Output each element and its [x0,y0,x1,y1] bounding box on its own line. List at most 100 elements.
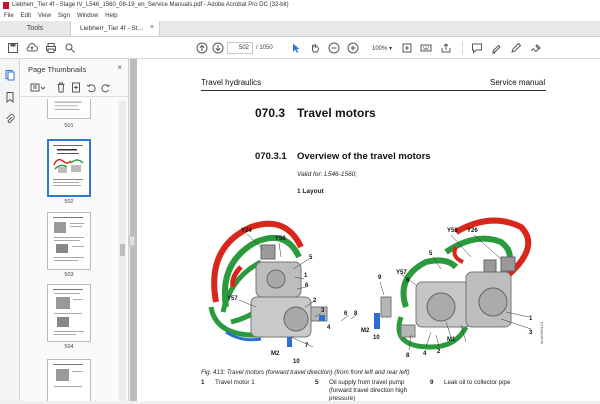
zoom-level-select[interactable]: 100% ▾ [369,42,397,54]
tab-tools[interactable]: Tools [0,21,70,36]
hand-tool-icon[interactable] [309,42,321,54]
figure-callout: 1 [304,273,308,279]
menu-sign[interactable]: Sign [58,13,70,19]
page-thumbnail[interactable] [47,284,91,342]
menu-edit[interactable]: Edit [21,13,31,19]
tab-bar: Tools Liebherr_Tier 4f - St... × [0,21,600,37]
cloud-upload-icon[interactable] [26,42,38,54]
zoom-out-icon[interactable] [328,42,340,54]
figure-callout: 6 [305,283,309,289]
validity-note: Valid for: L546-1560; [297,171,358,178]
figure-callout: M2 [361,328,370,334]
delete-page-icon[interactable] [56,82,66,93]
menu-bar: File Edit View Sign Window Help [0,10,600,21]
panel-close-icon[interactable]: × [117,63,122,72]
previous-page-icon[interactable] [196,42,208,54]
title-bar: Liebherr_Tier 4f - Stage IV_L546_1560_08… [0,0,600,10]
page-number-input[interactable]: 502 [227,42,253,54]
legend-number: 5 [315,379,319,386]
print-icon[interactable] [45,42,57,54]
running-header-left: Travel hydraulics [201,78,262,87]
rotate-cw-icon[interactable] [101,82,111,93]
menu-help[interactable]: Help [105,13,117,19]
chevron-down-icon: ▾ [389,46,393,52]
zoom-level-value: 100% [372,46,388,52]
figure-callout: Y57 [227,296,238,302]
figure-callout: M2 [271,351,280,357]
figure-callout: 5 [309,255,313,261]
scrollbar-thumb[interactable] [120,244,125,256]
zoom-in-icon[interactable] [347,42,359,54]
figure-caption: Fig. 413: Travel motors (forward travel … [201,369,410,376]
keyboard-icon[interactable] [420,42,432,54]
figure-callout: Y58 [447,228,458,234]
highlight-pen-icon[interactable] [490,42,502,54]
bookmark-icon[interactable] [4,91,16,104]
tab-close-icon[interactable]: × [150,24,154,31]
running-header-right: Service manual [490,78,546,87]
legend-text: Travel motor 1 [215,379,255,386]
header-rule [201,90,546,91]
figure-callout: Y57 [396,270,407,276]
thumbnail-page-number: 504 [64,344,74,350]
figure-callout: 2 [313,298,317,304]
section-number: 070.3 [255,106,286,120]
options-menu-icon[interactable] [30,82,46,93]
toolbar-divider [462,42,463,54]
fit-page-icon[interactable] [401,42,413,54]
figure-callout: 8 [354,311,358,317]
figure-id: id:de000124 [539,321,544,344]
figure-callout: 10 [293,359,300,365]
document-view[interactable]: Travel hydraulics Service manual 070.3 T… [130,59,600,401]
next-page-icon[interactable] [212,42,224,54]
figure-callout: 1 [529,316,533,322]
legend-number: 9 [430,379,434,386]
share-icon[interactable] [440,42,452,54]
travel-motors-figure: Y24 Y58 5 1 6 2 Y57 3 4 6 8 7 10 M2 M2 Y… [208,217,533,365]
figure-callout: 7 [305,343,309,349]
page-thumbnail[interactable] [47,99,91,119]
menu-file[interactable]: File [4,13,14,19]
acrobat-icon [3,1,9,9]
figure-callout: 10 [373,335,380,341]
legend-text: Leak oil to collector pipe [444,379,511,386]
page-thumbnails-icon[interactable] [4,69,16,81]
find-icon[interactable] [64,42,76,54]
comment-icon[interactable] [471,42,483,54]
page-thumbnail[interactable] [47,359,91,401]
legend-number: 1 [201,379,205,386]
rotate-ccw-icon[interactable] [86,82,96,93]
window-title: Liebherr_Tier 4f - Stage IV_L546_1560_08… [12,2,289,8]
tab-document-label: Liebherr_Tier 4f - St... [80,25,143,32]
attachment-icon[interactable] [4,113,16,125]
legend-item: 5 Oil supply from travel pump (forward t… [315,379,427,401]
panel-collapse-handle[interactable] [129,236,135,246]
panel-title: Page Thumbnails [28,65,87,74]
figure-callout: 4 [423,351,427,357]
figure-callout: 4 [327,325,331,331]
figure-callout: M1 [447,337,456,343]
tab-document[interactable]: Liebherr_Tier 4f - St... × [70,21,160,36]
draw-pen-icon[interactable] [510,42,522,54]
thumbnail-page-number: 501 [64,123,74,129]
insert-page-icon[interactable] [71,82,81,93]
figure-callout: Y58 [275,236,286,242]
page-thumbnail-selected[interactable] [47,139,91,197]
menu-view[interactable]: View [38,13,51,19]
thumbnails-panel: Page Thumbnails × 501 502 503 504 [20,59,129,401]
figure-callout: Y24 [241,228,252,234]
save-icon[interactable] [7,42,19,54]
figure-callout: 8 [406,353,410,359]
menu-window[interactable]: Window [77,13,98,19]
subsection-number: 070.3.1 [255,151,287,162]
select-cursor-icon[interactable] [290,42,302,54]
page-thumbnail[interactable] [47,212,91,270]
figure-callout: 2 [437,349,441,355]
sign-icon[interactable] [530,42,542,54]
section-title: Travel motors [297,106,376,120]
navigation-rail [0,59,20,401]
subsection-title: Overview of the travel motors [297,151,431,162]
figure-callout: 5 [429,251,433,257]
page-total: / 1050 [256,45,273,51]
layout-heading: 1 Layout [297,188,324,195]
